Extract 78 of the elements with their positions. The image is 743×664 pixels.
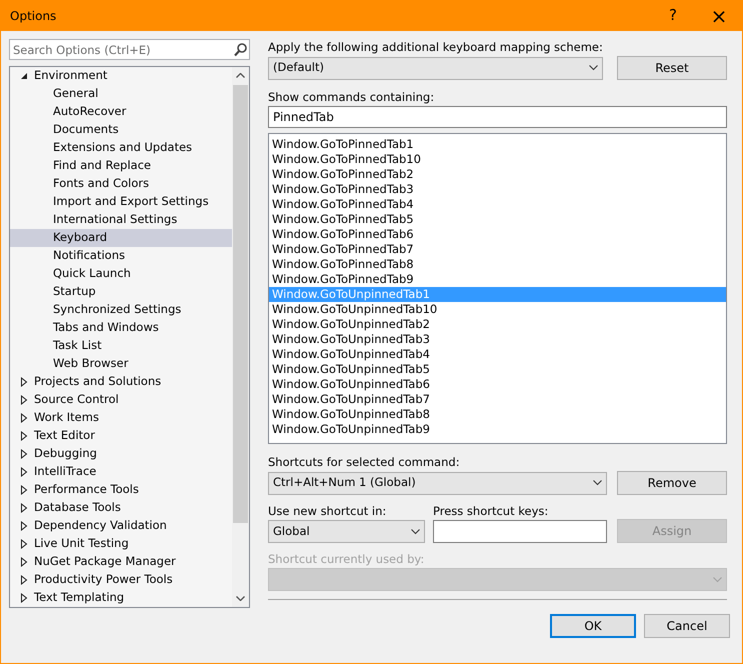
command-item[interactable]: Window.GoToUnpinnedTab7 [269, 392, 726, 407]
tree-item[interactable]: Work Items [10, 409, 232, 427]
scope-dropdown[interactable]: Global [268, 520, 425, 543]
command-item[interactable]: Window.GoToPinnedTab9 [269, 272, 726, 287]
command-item[interactable]: Window.GoToPinnedTab7 [269, 242, 726, 257]
tree-item[interactable]: Debugging [10, 445, 232, 463]
tree-item[interactable]: Database Tools [10, 499, 232, 517]
command-item[interactable]: Window.GoToPinnedTab4 [269, 197, 726, 212]
command-item[interactable]: Window.GoToPinnedTab6 [269, 227, 726, 242]
command-item[interactable]: Window.GoToPinnedTab3 [269, 182, 726, 197]
tree-item[interactable]: Tabs and Windows [10, 319, 232, 337]
tree-item[interactable]: Live Unit Testing [10, 535, 232, 553]
chevron-down-icon [411, 528, 420, 534]
tree-item[interactable]: Dependency Validation [10, 517, 232, 535]
scrollbar[interactable] [232, 67, 249, 607]
command-item[interactable]: Window.GoToUnpinnedTab6 [269, 377, 726, 392]
tree-item[interactable]: Environment [10, 67, 232, 85]
field-label: Shortcut currently used by: [268, 552, 426, 566]
command-item[interactable]: Window.GoToUnpinnedTab2 [269, 317, 726, 332]
cancel-button[interactable]: Cancel [644, 614, 730, 638]
tree-item[interactable]: Startup [10, 283, 232, 301]
close-button[interactable]: × [696, 0, 742, 31]
tree-item[interactable]: Web Browser [10, 355, 232, 373]
search-icon [234, 43, 247, 57]
command-item[interactable]: Window.GoToPinnedTab5 [269, 212, 726, 227]
tree-item[interactable]: Text Templating [10, 589, 232, 607]
tree-item[interactable]: Quick Launch [10, 265, 232, 283]
tree-item[interactable]: Productivity Power Tools [10, 571, 232, 589]
scrollbar-thumb[interactable] [233, 85, 248, 523]
command-item[interactable]: Window.GoToUnpinnedTab4 [269, 347, 726, 362]
command-item[interactable]: Window.GoToPinnedTab1 [269, 137, 726, 152]
commands-filter-field[interactable]: PinnedTab [268, 106, 727, 128]
tree-item[interactable]: IntelliTrace [10, 463, 232, 481]
shortcuts-dropdown[interactable]: Ctrl+Alt+Num 1 (Global) [268, 472, 607, 494]
command-item[interactable]: Window.GoToPinnedTab10 [269, 152, 726, 167]
command-item[interactable]: Window.GoToUnpinnedTab10 [269, 302, 726, 317]
collapse-arrow-icon [20, 71, 28, 81]
search-field[interactable]: Search Options (Ctrl+E) [9, 39, 250, 60]
window-title: Options [9, 8, 58, 24]
field-label: Shortcuts for selected command: [268, 455, 461, 469]
tree-item[interactable]: Import and Export Settings [10, 193, 232, 211]
scroll-up-icon [236, 73, 245, 78]
tree-item[interactable]: Projects and Solutions [10, 373, 232, 391]
help-button[interactable]: ? [650, 0, 696, 31]
command-item[interactable]: Window.GoToUnpinnedTab9 [269, 422, 726, 437]
tree-item[interactable]: Keyboard [10, 229, 232, 247]
tree-item[interactable]: Task List [10, 337, 232, 355]
tree-item[interactable]: Documents [10, 121, 232, 139]
tree-item[interactable]: NuGet Package Manager [10, 553, 232, 571]
command-item[interactable]: Window.GoToPinnedTab8 [269, 257, 726, 272]
field-label: Press shortcut keys: [433, 504, 550, 518]
field-label: Apply the following additional keyboard mapping scheme: [268, 40, 604, 54]
tree-item[interactable]: Extensions and Updates [10, 139, 232, 157]
ok-button[interactable]: OK [550, 614, 636, 638]
tree-item[interactable]: International Settings [10, 211, 232, 229]
field-label: Use new shortcut in: [268, 504, 388, 518]
chevron-down-icon [713, 576, 722, 582]
tree-item[interactable]: Fonts and Colors [10, 175, 232, 193]
tree-item[interactable]: Performance Tools [10, 481, 232, 499]
reset-button[interactable]: Reset [617, 56, 727, 80]
shortcut-keys-field[interactable] [433, 520, 607, 543]
command-item[interactable]: Window.GoToUnpinnedTab8 [269, 407, 726, 422]
field-label: Show commands containing: [268, 90, 436, 104]
remove-button[interactable]: Remove [617, 471, 727, 495]
tree-item[interactable]: AutoRecover [10, 103, 232, 121]
command-item[interactable]: Window.GoToUnpinnedTab3 [269, 332, 726, 347]
tree-item[interactable]: Find and Replace [10, 157, 232, 175]
command-item[interactable]: Window.GoToUnpinnedTab5 [269, 362, 726, 377]
chevron-down-icon [589, 65, 598, 71]
tree-item[interactable]: Notifications [10, 247, 232, 265]
scroll-down-icon [236, 596, 245, 601]
mapping-scheme-dropdown[interactable]: (Default) [268, 56, 603, 80]
tree-item[interactable]: Source Control [10, 391, 232, 409]
tree-item[interactable]: Synchronized Settings [10, 301, 232, 319]
tree-item[interactable]: General [10, 85, 232, 103]
command-item[interactable]: Window.GoToPinnedTab2 [269, 167, 726, 182]
chevron-down-icon [593, 480, 602, 486]
tree-item[interactable]: Text Editor [10, 427, 232, 445]
